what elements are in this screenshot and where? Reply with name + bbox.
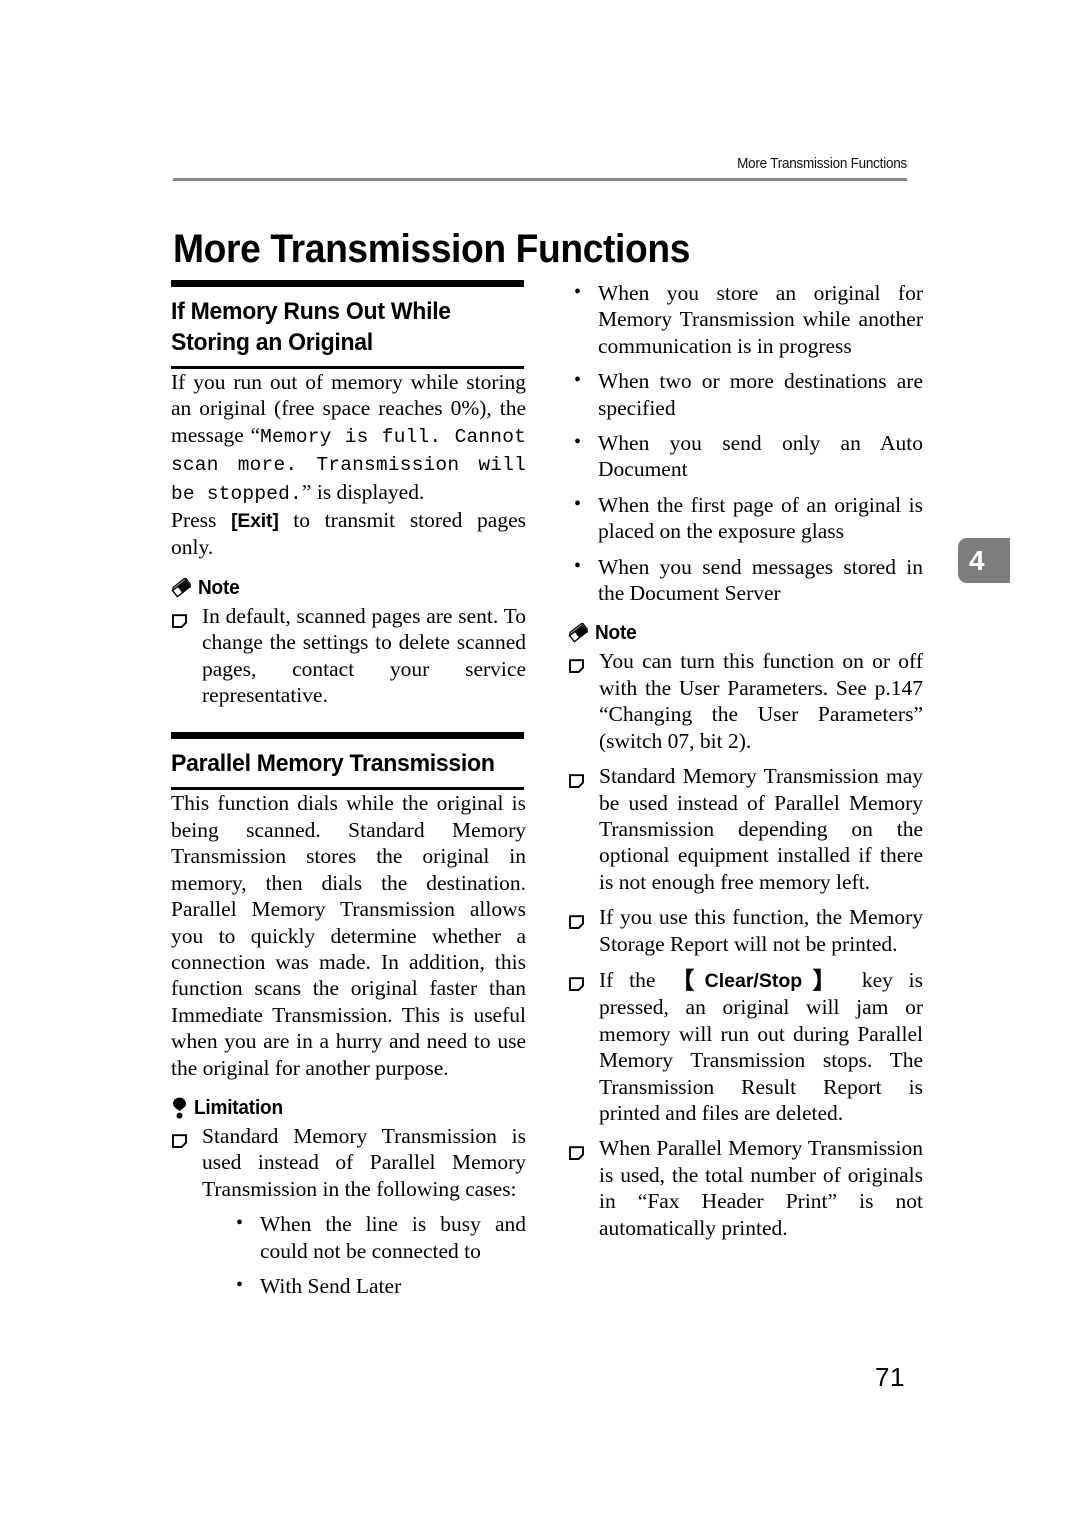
note-heading: Note (171, 575, 526, 600)
note-heading: Note (568, 621, 923, 645)
left-column: If Memory Runs Out While Storing an Orig… (171, 280, 526, 1299)
note-label: Note (595, 622, 637, 645)
section-heading-line1: If Memory Runs Out While (171, 298, 451, 325)
note-list-item: You can turn this function on or off wit… (568, 648, 923, 754)
section-heading: If Memory Runs Out While Storing an Orig… (171, 287, 505, 366)
bracket-close-icon: 】 (802, 966, 847, 993)
list-item: When the first page of an original is pl… (568, 491, 923, 545)
paragraph-parallel-description: This function dials while the original i… (171, 791, 526, 1080)
list-item: When you send messages stored in the Doc… (568, 553, 923, 607)
bracket-open-icon: 【 (671, 966, 705, 993)
limitation-heading: Limitation (171, 1097, 526, 1120)
limitation-list: Standard Memory Transmission is used ins… (171, 1123, 526, 1299)
note-item-text: In default, scanned pages are sent. To c… (202, 603, 526, 708)
top-bullet-list: When you store an original for Memory Tr… (568, 279, 923, 607)
note-item-text: Standard Memory Transmission may be used… (599, 764, 923, 894)
note-square-marker-icon (569, 768, 584, 789)
section-if-memory-runs-out: If Memory Runs Out While Storing an Orig… (171, 280, 526, 708)
page-title: More Transmission Functions (173, 226, 691, 271)
pencil-note-icon (171, 575, 192, 599)
press-text-part1: Press (171, 508, 232, 533)
note-square-marker-icon (569, 653, 584, 674)
note-list-item: If you use this function, the Memory Sto… (568, 904, 923, 957)
note-label: Note (198, 576, 240, 599)
note-square-marker-icon (569, 971, 584, 991)
section-parallel-memory-transmission: Parallel Memory Transmission This functi… (171, 732, 526, 1299)
note-list-item-clear-stop: If the 【Clear/Stop】 key is pressed, an o… (568, 966, 923, 1126)
section-rule-top (171, 280, 524, 287)
note-item-text: If you use this function, the Memory Sto… (599, 905, 923, 956)
paragraph-press-exit: Press [Exit] to transmit stored pages on… (171, 507, 526, 561)
paragraph-text-part2: ” is displayed. (301, 479, 425, 504)
manual-page: More Transmission Functions More Transmi… (0, 0, 1080, 1528)
chapter-tab-number: 4 (969, 544, 985, 576)
clear-stop-key-label: 【Clear/Stop】 (671, 966, 847, 993)
section-heading-line2: Storing an Original (171, 329, 373, 356)
exclamation-limitation-icon (171, 1097, 188, 1119)
note-list-item: In default, scanned pages are sent. To c… (171, 603, 526, 709)
note-list: You can turn this function on or off wit… (568, 648, 923, 1241)
note-list-item: When Parallel Memory Transmission is use… (568, 1135, 923, 1241)
list-item: When the line is busy and could not be c… (230, 1210, 526, 1264)
clear-stop-text-part1: If the (599, 967, 672, 992)
pencil-note-icon (568, 621, 589, 644)
note-item-text: When Parallel Memory Transmission is use… (599, 1136, 923, 1240)
limitation-list-item: Standard Memory Transmission is used ins… (171, 1123, 526, 1299)
list-item: When you send only an Auto Document (568, 429, 923, 483)
note-list: In default, scanned pages are sent. To c… (171, 603, 526, 709)
exit-key-label: [Exit] (231, 510, 279, 533)
limitation-sub-bullets: When the line is busy and could not be c… (230, 1210, 526, 1299)
header-rule (173, 178, 907, 181)
right-column: When you store an original for Memory Tr… (568, 279, 923, 1241)
note-square-marker-icon (569, 1140, 584, 1161)
list-item: With Send Later (230, 1272, 526, 1299)
note-square-marker-icon (569, 909, 584, 930)
section-rule-top (171, 732, 524, 740)
paragraph-memory-full: If you run out of memory while storing a… (171, 369, 526, 507)
note-list-item: Standard Memory Transmission may be used… (568, 763, 923, 895)
list-item: When you store an original for Memory Tr… (568, 279, 923, 359)
note-item-text: You can turn this function on or off wit… (599, 649, 923, 753)
clear-stop-key-text: Clear/Stop (704, 969, 803, 992)
note-square-marker-icon (172, 1128, 187, 1148)
limitation-label: Limitation (194, 1096, 283, 1119)
page-number: 71 (875, 1362, 905, 1392)
list-item: When two or more destinations are specif… (568, 367, 923, 421)
section-heading: Parallel Memory Transmission (171, 750, 495, 778)
note-square-marker-icon (172, 608, 187, 628)
chapter-tab-marker: 4 (958, 538, 1010, 583)
limitation-item-text: Standard Memory Transmission is used ins… (202, 1123, 526, 1201)
running-header: More Transmission Functions (737, 156, 907, 172)
